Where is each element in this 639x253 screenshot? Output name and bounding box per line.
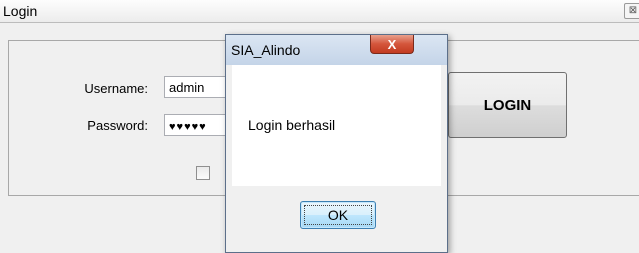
dialog-titlebar[interactable]: SIA_Alindo X (226, 35, 447, 65)
username-value: admin (169, 80, 205, 95)
username-label: Username: (84, 81, 148, 96)
login-button[interactable]: LOGIN (448, 72, 567, 138)
message-dialog: SIA_Alindo X Login berhasil OK (225, 34, 448, 253)
login-titlebar[interactable]: Login ⊠ (0, 0, 639, 23)
close-icon: X (387, 37, 397, 52)
close-icon[interactable]: ⊠ (624, 3, 639, 19)
username-field[interactable]: admin (164, 76, 226, 98)
password-field[interactable]: ♥♥♥♥♥ (164, 114, 226, 136)
login-window-title: Login (3, 3, 38, 19)
password-label: Password: (87, 118, 148, 133)
remember-checkbox[interactable] (196, 166, 210, 180)
password-value: ♥♥♥♥♥ (169, 121, 207, 133)
dialog-message: Login berhasil (248, 117, 336, 133)
dialog-close-button[interactable]: X (370, 35, 414, 54)
ok-button[interactable]: OK (300, 201, 376, 229)
dialog-title: SIA_Alindo (231, 42, 301, 58)
dialog-body: Login berhasil (232, 65, 441, 186)
focus-ring (304, 205, 372, 225)
